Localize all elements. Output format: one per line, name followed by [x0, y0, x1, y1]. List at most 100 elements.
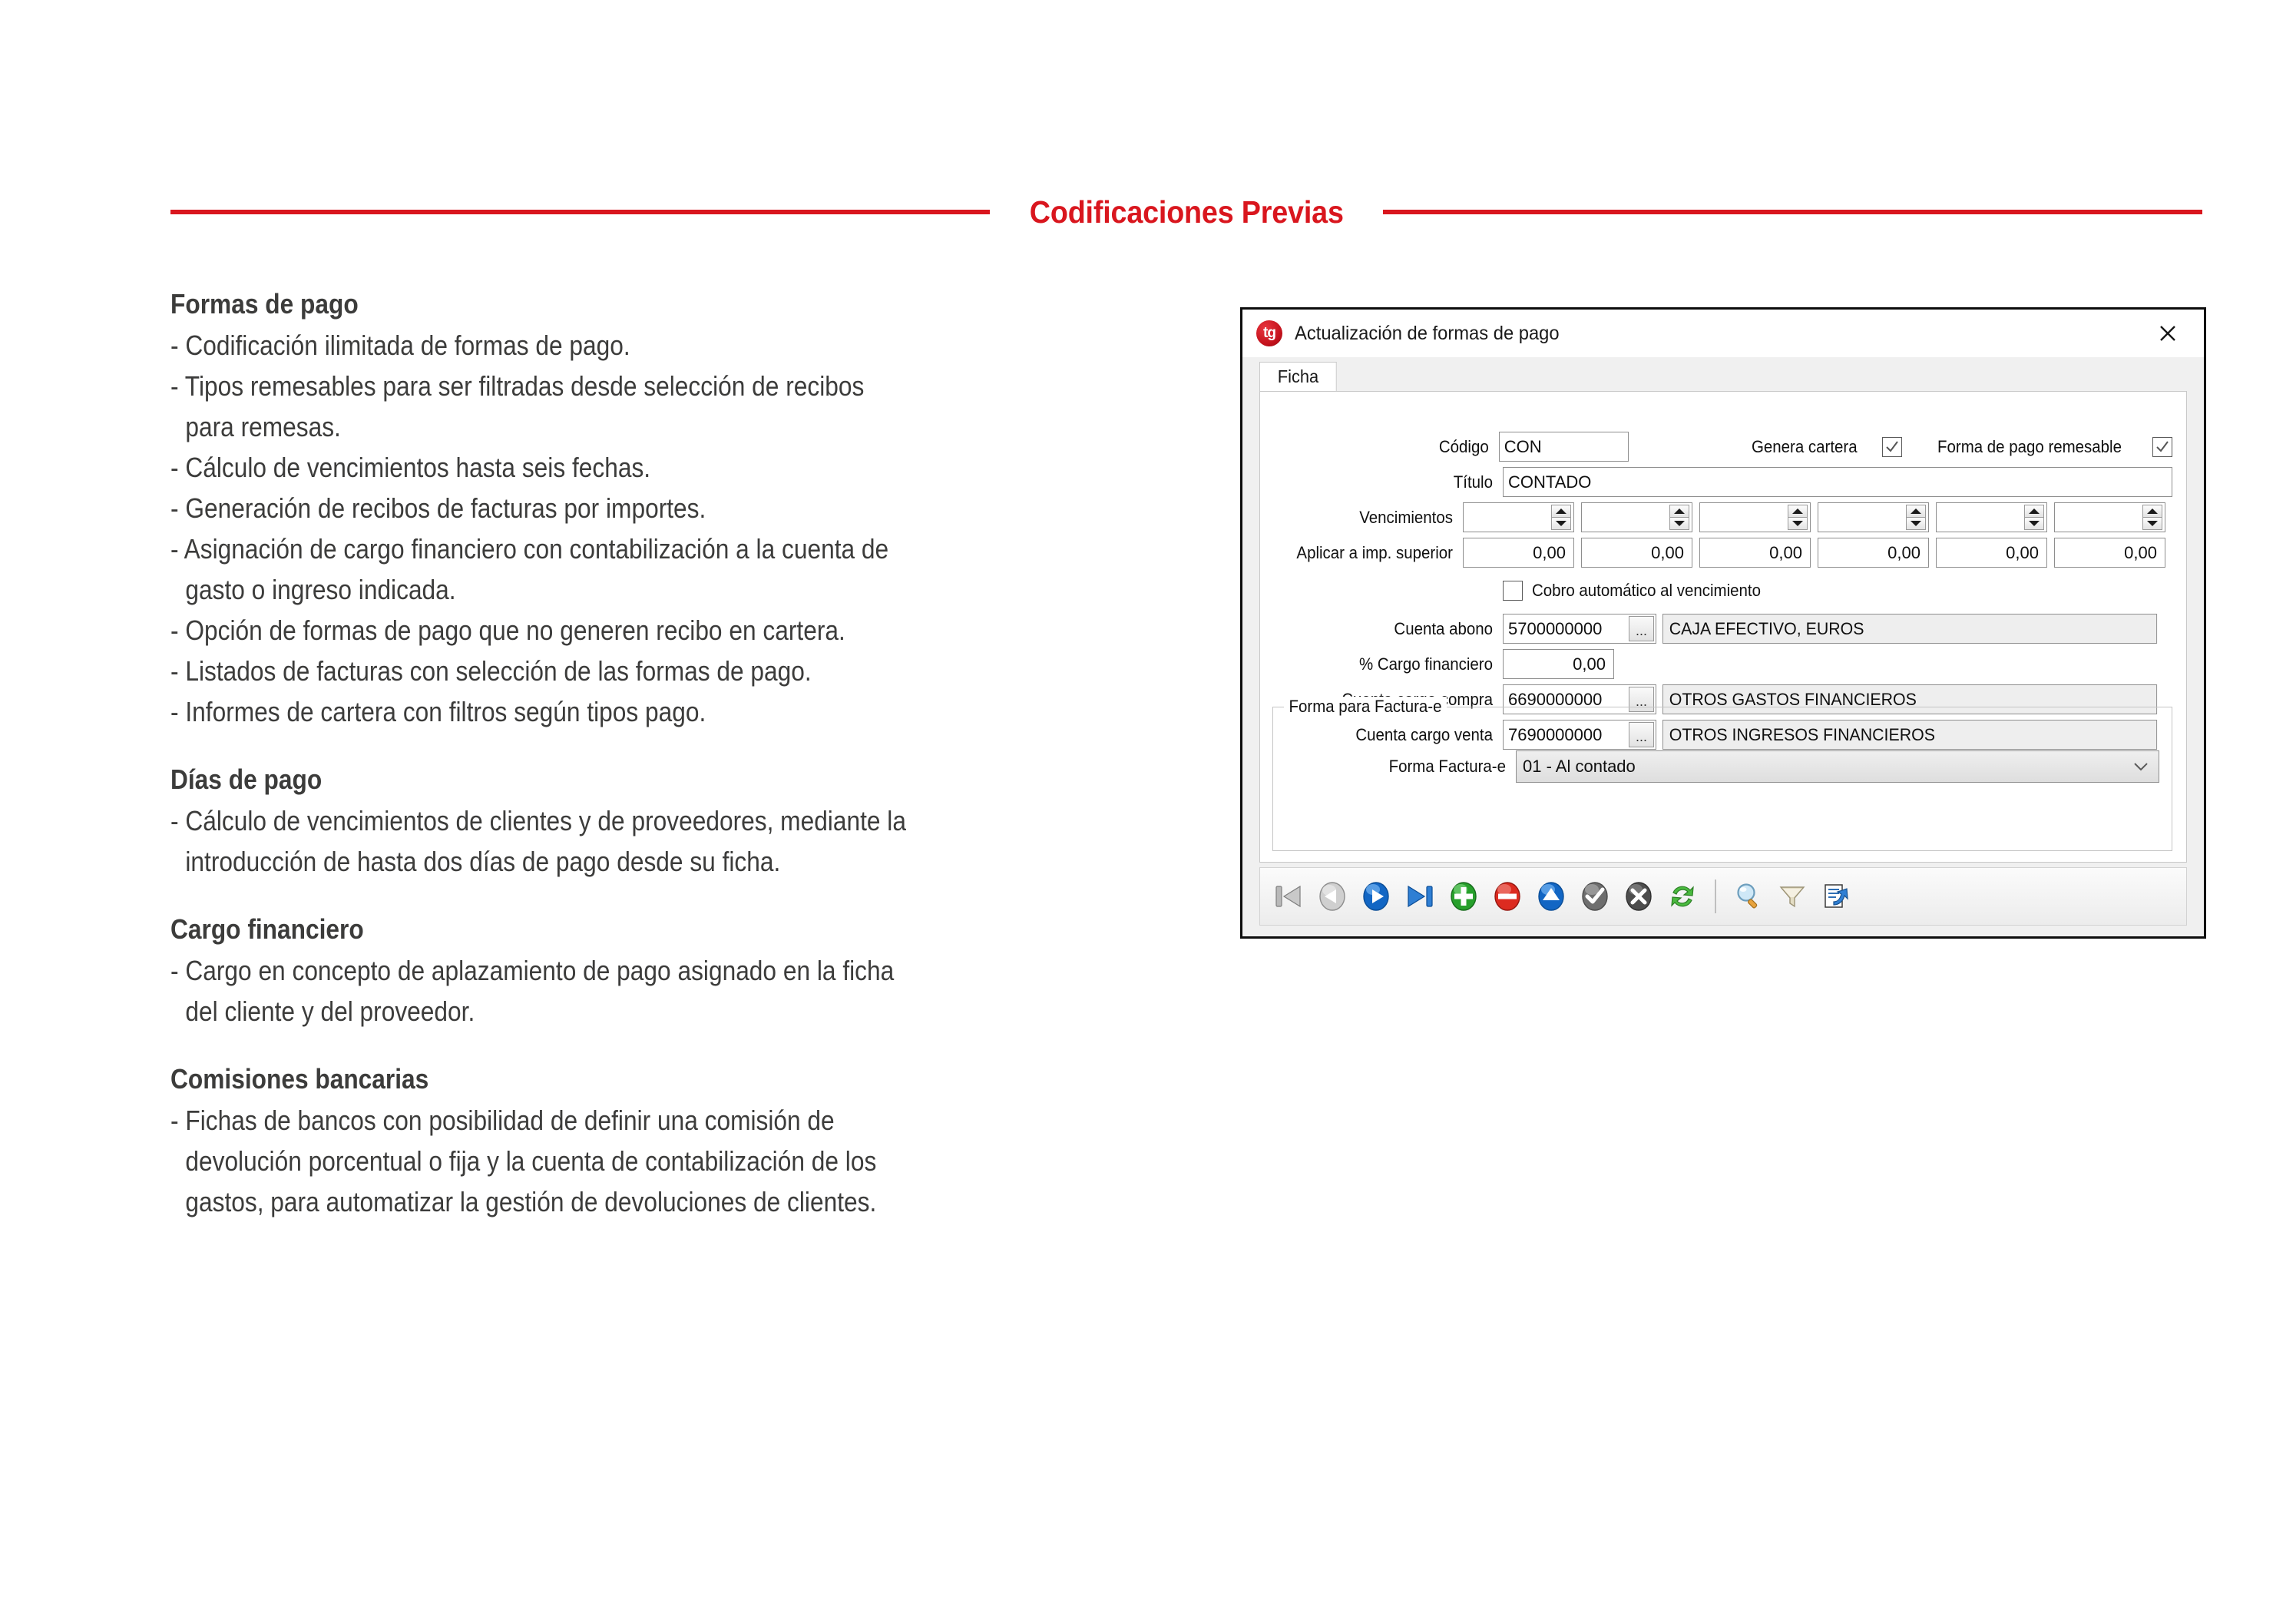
bullet-continuation: gasto o ingreso indicada. [185, 574, 456, 605]
stepper-down-icon[interactable] [1551, 517, 1571, 530]
content-column: Formas de pago - Codificación ilimitada d… [170, 290, 1184, 1229]
genera-cartera-group[interactable]: Genera cartera [1752, 436, 1902, 457]
search-icon[interactable] [1728, 874, 1769, 919]
stepper-down-icon[interactable] [2142, 517, 2162, 530]
refresh-icon[interactable] [1662, 874, 1703, 919]
filter-icon[interactable] [1772, 874, 1813, 919]
dialog-tabpanel: Código CON Genera cartera Forma de pago … [1259, 391, 2187, 863]
bullet-item: - Generación de recibos de facturas por … [170, 492, 706, 524]
bullet-item: - Listados de facturas con selección de … [170, 655, 812, 687]
stepper-up-icon[interactable] [1669, 505, 1689, 517]
aplicar-importe-input[interactable]: 0,00 [1581, 538, 1692, 568]
stepper-buttons[interactable] [1669, 505, 1689, 530]
bullet-item: - Informes de cartera con filtros según … [170, 696, 706, 727]
bullet-item: - Asignación de cargo financiero con con… [170, 533, 889, 565]
export-icon[interactable] [1815, 874, 1857, 919]
vencimiento-value [1937, 503, 2024, 532]
section-heading: Días de pago [170, 764, 323, 795]
cargo-financiero-label: % Cargo financiero [1358, 654, 1493, 674]
genera-cartera-label: Genera cartera [1752, 436, 1858, 456]
row-codigo: Código CON Genera cartera Forma de pago … [1260, 432, 2172, 462]
accept-icon[interactable] [1574, 874, 1616, 919]
codigo-label: Código [1438, 436, 1489, 456]
bullet-item: - Tipos remesables para ser filtradas de… [170, 370, 865, 402]
stepper-buttons[interactable] [2142, 505, 2162, 530]
stepper-buttons[interactable] [1788, 505, 1808, 530]
stepper-up-icon[interactable] [1906, 505, 1926, 517]
stepper-down-icon[interactable] [1669, 517, 1689, 530]
text-section: Comisiones bancarias - Fichas de bancos c… [170, 1065, 1184, 1216]
row-cuenta-abono: Cuenta abono 5700000000 ... CAJA EFECTIV… [1260, 614, 2172, 644]
vencimientos-cells [1463, 502, 2172, 532]
stepper-down-icon[interactable] [1906, 517, 1926, 530]
row-titulo: Título CONTADO [1260, 467, 2172, 497]
aplicar-importe-input[interactable]: 0,00 [2054, 538, 2165, 568]
codigo-input[interactable]: CON [1498, 432, 1629, 462]
cuenta-abono-browse-button[interactable]: ... [1629, 616, 1654, 641]
stepper-buttons[interactable] [1551, 505, 1571, 530]
header-rule-right [1383, 210, 2202, 214]
bullet-item: - Cálculo de vencimientos hasta seis fec… [170, 452, 651, 483]
cuenta-abono-label: Cuenta abono [1394, 618, 1493, 638]
tab-ficha[interactable]: Ficha [1259, 361, 1337, 392]
row-aplicar: Aplicar a imp. superior 0,00 0,00 0,00 0,00… [1260, 538, 2172, 568]
aplicar-importe-input[interactable]: 0,00 [1936, 538, 2047, 568]
last-record-icon[interactable] [1399, 874, 1441, 919]
vencimiento-stepper[interactable] [1818, 502, 1929, 532]
forma-factura-e-groupbox: Forma para Factura-e Forma Factura-e 01 … [1272, 697, 2172, 851]
vencimiento-stepper[interactable] [1936, 502, 2047, 532]
vencimiento-value [1700, 503, 1788, 532]
stepper-up-icon[interactable] [1551, 505, 1571, 517]
delete-record-icon[interactable] [1487, 874, 1528, 919]
genera-cartera-checkbox[interactable] [1881, 436, 1902, 457]
remesable-group[interactable]: Forma de pago remesable [1937, 436, 2172, 457]
aplicar-importe-input[interactable]: 0,00 [1463, 538, 1574, 568]
aplicar-importe-input[interactable]: 0,00 [1699, 538, 1811, 568]
first-record-icon[interactable] [1268, 874, 1309, 919]
vencimiento-value [1818, 503, 1906, 532]
vencimiento-stepper[interactable] [1699, 502, 1811, 532]
row-vencimientos: Vencimientos [1260, 502, 2172, 532]
cobro-automatico-group[interactable]: Cobro automático al vencimiento [1503, 581, 1778, 601]
bullet-continuation: introducción de hasta dos días de pago d… [185, 846, 781, 877]
remesable-checkbox[interactable] [2152, 436, 2172, 457]
bullet-item: - Opción de formas de pago que no genere… [170, 614, 845, 646]
vencimiento-stepper[interactable] [1581, 502, 1692, 532]
stepper-buttons[interactable] [1906, 505, 1926, 530]
cancel-icon[interactable] [1618, 874, 1659, 919]
stepper-up-icon[interactable] [2142, 505, 2162, 517]
bullet-continuation: devolución porcentual o fija y la cuenta… [185, 1145, 877, 1177]
add-record-icon[interactable] [1443, 874, 1484, 919]
stepper-up-icon[interactable] [1788, 505, 1808, 517]
header-rule-left [170, 210, 990, 214]
section-heading: Cargo financiero [170, 913, 364, 945]
text-section: Días de pago - Cálculo de vencimientos de… [170, 766, 1184, 876]
forma-factura-select[interactable]: 01 - Al contado [1516, 750, 2159, 783]
stepper-down-icon[interactable] [2024, 517, 2044, 530]
vencimientos-label: Vencimientos [1359, 507, 1453, 527]
bullet-continuation: del cliente y del proveedor. [185, 995, 475, 1027]
stepper-down-icon[interactable] [1788, 517, 1808, 530]
vencimiento-stepper[interactable] [1463, 502, 1574, 532]
next-record-icon[interactable] [1355, 874, 1397, 919]
stepper-up-icon[interactable] [2024, 505, 2044, 517]
toolbar-separator [1715, 880, 1716, 913]
close-icon[interactable] [2155, 320, 2181, 346]
aplicar-importe-input[interactable]: 0,00 [1818, 538, 1929, 568]
vencimiento-value [1464, 503, 1551, 532]
modify-record-icon[interactable] [1530, 874, 1572, 919]
cobro-automatico-checkbox[interactable] [1503, 581, 1523, 601]
cargo-financiero-input[interactable]: 0,00 [1503, 649, 1614, 679]
section-heading: Comisiones bancarias [170, 1063, 429, 1095]
titulo-input[interactable]: CONTADO [1503, 467, 2172, 497]
formas-de-pago-dialog: tg Actualización de formas de pago Ficha… [1240, 307, 2206, 939]
aplicar-label: Aplicar a imp. superior [1296, 542, 1453, 562]
remesable-label: Forma de pago remesable [1937, 436, 2122, 456]
vencimiento-stepper[interactable] [2054, 502, 2165, 532]
forma-factura-label: Forma Factura-e [1388, 757, 1506, 776]
previous-record-icon[interactable] [1312, 874, 1353, 919]
bullet-item: - Fichas de bancos con posibilidad de de… [170, 1105, 835, 1136]
stepper-buttons[interactable] [2024, 505, 2044, 530]
cuenta-abono-code-input[interactable]: 5700000000 ... [1503, 614, 1656, 644]
cuenta-abono-description: CAJA EFECTIVO, EUROS [1662, 614, 2158, 644]
